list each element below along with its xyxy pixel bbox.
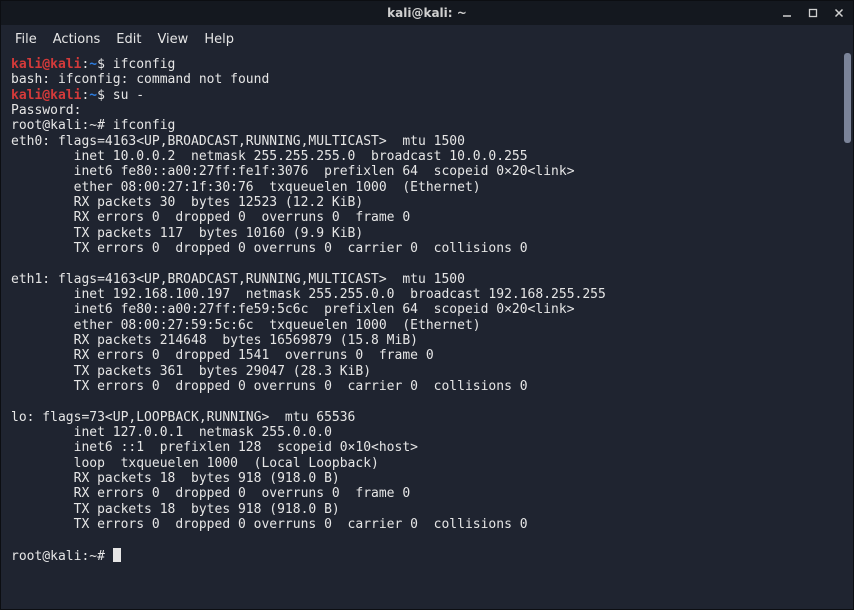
root-prompt: root@kali:~# [11,118,113,133]
scrollbar[interactable] [842,53,853,609]
cmd-text: ifconfig [113,57,176,72]
terminal-output[interactable]: kali@kali:~$ ifconfig bash: ifconfig: co… [1,53,842,609]
terminal-body: kali@kali:~$ ifconfig bash: ifconfig: co… [1,53,853,609]
output-line: inet 192.168.100.197 netmask 255.255.0.0… [11,287,606,302]
cmd-text: su - [113,88,144,103]
prompt-sigil: $ [97,57,113,72]
cmd-text: ifconfig [113,118,176,133]
output-line: eth1: flags=4163<UP,BROADCAST,RUNNING,MU… [11,272,465,287]
output-line: loop txqueuelen 1000 (Local Loopback) [11,456,379,471]
prompt-path: ~ [89,88,97,103]
output-line: ether 08:00:27:59:5c:6c txqueuelen 1000 … [11,318,481,333]
window-title: kali@kali: ~ [387,6,467,20]
output-line: TX packets 361 bytes 29047 (28.3 KiB) [11,364,371,379]
prompt-sigil: $ [97,88,113,103]
root-prompt: root@kali:~# [11,549,113,564]
output-line: TX errors 0 dropped 0 overruns 0 carrier… [11,517,528,532]
output-line: inet6 fe80::a00:27ff:fe1f:3076 prefixlen… [11,164,575,179]
menu-actions[interactable]: Actions [53,32,101,47]
output-line: RX errors 0 dropped 1541 overruns 0 fram… [11,348,434,363]
output-line: lo: flags=73<UP,LOOPBACK,RUNNING> mtu 65… [11,410,355,425]
output-line: TX packets 18 bytes 918 (918.0 B) [11,502,340,517]
close-button[interactable] [831,5,847,21]
output-line: TX errors 0 dropped 0 overruns 0 carrier… [11,241,528,256]
output-line: RX packets 30 bytes 12523 (12.2 KiB) [11,195,363,210]
scrollbar-thumb[interactable] [844,53,851,143]
output-line: TX packets 117 bytes 10160 (9.9 KiB) [11,226,363,241]
output-line: TX errors 0 dropped 0 overruns 0 carrier… [11,379,528,394]
output-line: RX errors 0 dropped 0 overruns 0 frame 0 [11,486,410,501]
output-line: inet 10.0.0.2 netmask 255.255.255.0 broa… [11,149,528,164]
window-controls [779,1,847,25]
output-line: bash: ifconfig: command not found [11,72,269,87]
menu-view[interactable]: View [157,32,188,47]
output-line: eth0: flags=4163<UP,BROADCAST,RUNNING,MU… [11,134,465,149]
titlebar[interactable]: kali@kali: ~ [1,1,853,25]
prompt-userhost: kali@kali [11,57,81,72]
minimize-button[interactable] [779,5,795,21]
menu-file[interactable]: File [15,32,37,47]
output-line: RX errors 0 dropped 0 overruns 0 frame 0 [11,210,410,225]
terminal-window: kali@kali: ~ File Actions Edit View Help… [0,0,854,610]
cursor-block [113,548,121,562]
output-line: inet6 fe80::a00:27ff:fe59:5c6c prefixlen… [11,302,575,317]
output-line: inet6 ::1 prefixlen 128 scopeid 0×10<hos… [11,440,418,455]
prompt-userhost: kali@kali [11,88,81,103]
output-line: Password: [11,103,81,118]
prompt-path: ~ [89,57,97,72]
output-line: ether 08:00:27:1f:30:76 txqueuelen 1000 … [11,180,481,195]
menu-edit[interactable]: Edit [116,32,141,47]
menu-help[interactable]: Help [204,32,234,47]
menubar: File Actions Edit View Help [1,25,853,53]
output-line: RX packets 18 bytes 918 (918.0 B) [11,471,340,486]
output-line: RX packets 214648 bytes 16569879 (15.8 M… [11,333,418,348]
output-line: inet 127.0.0.1 netmask 255.0.0.0 [11,425,332,440]
maximize-button[interactable] [805,5,821,21]
